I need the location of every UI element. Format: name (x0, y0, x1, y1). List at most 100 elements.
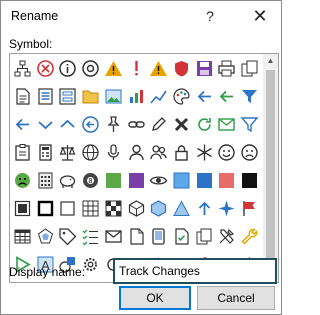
symbol-cell[interactable] (147, 113, 170, 136)
symbol-cell[interactable] (102, 113, 125, 136)
symbol-cell[interactable] (170, 57, 193, 80)
symbol-cell[interactable] (147, 141, 170, 164)
symbol-cell[interactable] (238, 85, 261, 108)
symbol-cell[interactable] (56, 57, 79, 80)
symbol-cell[interactable] (125, 85, 148, 108)
symbol-cell[interactable] (238, 57, 261, 80)
symbol-cell[interactable] (125, 113, 148, 136)
symbol-cell[interactable] (56, 85, 79, 108)
symbol-cell[interactable] (170, 197, 193, 220)
symbol-cell[interactable] (125, 225, 148, 248)
symbol-cell[interactable] (193, 169, 216, 192)
symbol-cell[interactable] (11, 57, 34, 80)
symbol-cell[interactable] (11, 225, 34, 248)
page-icon (129, 228, 144, 245)
symbol-cell[interactable] (215, 197, 238, 220)
symbol-cell[interactable] (147, 169, 170, 192)
chart-line-icon (150, 90, 167, 104)
scroll-up-arrow-icon[interactable]: ▲ (263, 54, 278, 68)
symbol-cell[interactable] (147, 225, 170, 248)
symbol-cell[interactable] (11, 169, 34, 192)
symbol-cell[interactable] (79, 57, 102, 80)
symbol-cell[interactable] (238, 169, 261, 192)
symbol-cell[interactable] (215, 225, 238, 248)
symbol-cell[interactable] (56, 141, 79, 164)
cancel-button[interactable]: Cancel (197, 286, 275, 310)
symbol-cell[interactable] (170, 85, 193, 108)
symbol-cell[interactable] (79, 141, 102, 164)
symbol-cell[interactable] (215, 85, 238, 108)
filter-outline-icon (240, 117, 259, 133)
swatch-green-icon (105, 173, 121, 188)
symbol-cell[interactable] (193, 85, 216, 108)
symbol-cell[interactable] (238, 113, 261, 136)
symbol-cell[interactable] (215, 141, 238, 164)
wrench-icon (241, 228, 258, 245)
symbol-cell[interactable] (238, 141, 261, 164)
symbol-cell[interactable] (193, 113, 216, 136)
symbol-cell[interactable] (125, 197, 148, 220)
symbol-cell[interactable] (56, 113, 79, 136)
tablet-icon (152, 228, 165, 245)
folder-icon (82, 90, 99, 104)
symbol-cell[interactable] (102, 169, 125, 192)
snowflake-icon (196, 144, 212, 161)
symbol-cell[interactable] (170, 113, 193, 136)
symbol-cell[interactable] (102, 141, 125, 164)
symbol-cell[interactable] (170, 141, 193, 164)
symbol-cell[interactable] (147, 57, 170, 80)
symbol-cell[interactable] (79, 85, 102, 108)
symbol-cell[interactable] (215, 169, 238, 192)
symbol-cell[interactable] (215, 57, 238, 80)
symbol-cell[interactable]: 8 (79, 169, 102, 192)
symbol-cell[interactable] (170, 169, 193, 192)
symbol-cell[interactable] (193, 141, 216, 164)
symbol-cell[interactable] (34, 225, 57, 248)
symbol-cell[interactable] (193, 225, 216, 248)
symbol-cell[interactable] (170, 225, 193, 248)
symbol-cell[interactable] (34, 141, 57, 164)
sparkle-icon (218, 200, 235, 217)
symbol-cell[interactable] (147, 197, 170, 220)
symbol-cell[interactable] (125, 57, 148, 80)
symbol-cell[interactable] (56, 197, 79, 220)
symbol-cell[interactable] (125, 169, 148, 192)
symbol-cell[interactable] (238, 225, 261, 248)
symbol-cell[interactable] (215, 113, 238, 136)
symbol-cell[interactable] (102, 225, 125, 248)
symbol-cell[interactable] (79, 197, 102, 220)
mail-icon (218, 118, 235, 131)
symbol-label: Symbol: (9, 37, 53, 51)
symbol-cell[interactable] (193, 57, 216, 80)
symbol-cell[interactable] (11, 141, 34, 164)
symbol-cell[interactable] (238, 197, 261, 220)
ok-button[interactable]: OK (119, 286, 191, 310)
symbol-cell[interactable] (79, 113, 102, 136)
vertical-scrollbar[interactable]: ▲ ▼ (263, 54, 278, 282)
symbol-cell[interactable] (11, 113, 34, 136)
symbol-cell[interactable] (102, 57, 125, 80)
display-name-input[interactable] (113, 258, 277, 284)
globe-icon (82, 144, 99, 161)
symbol-cell[interactable] (34, 197, 57, 220)
symbol-cell[interactable] (11, 85, 34, 108)
symbol-cell[interactable] (34, 57, 57, 80)
symbol-cell[interactable] (125, 141, 148, 164)
symbol-cell[interactable] (147, 85, 170, 108)
symbol-cell[interactable] (34, 85, 57, 108)
symbol-cell[interactable] (56, 225, 79, 248)
help-button[interactable]: ? (197, 4, 223, 28)
close-button[interactable]: ✕ (247, 4, 273, 28)
symbol-cell[interactable] (79, 225, 102, 248)
swatch-blue-icon (173, 172, 190, 189)
symbol-cell[interactable] (11, 197, 34, 220)
warning-icon (104, 61, 122, 76)
symbol-cell[interactable] (193, 197, 216, 220)
symbol-cell[interactable] (56, 169, 79, 192)
circle-x-icon (36, 60, 54, 77)
symbol-cell[interactable] (34, 113, 57, 136)
symbol-cell[interactable] (102, 85, 125, 108)
symbol-cell[interactable] (102, 197, 125, 220)
symbol-cell[interactable] (34, 169, 57, 192)
scroll-thumb[interactable] (266, 70, 275, 266)
